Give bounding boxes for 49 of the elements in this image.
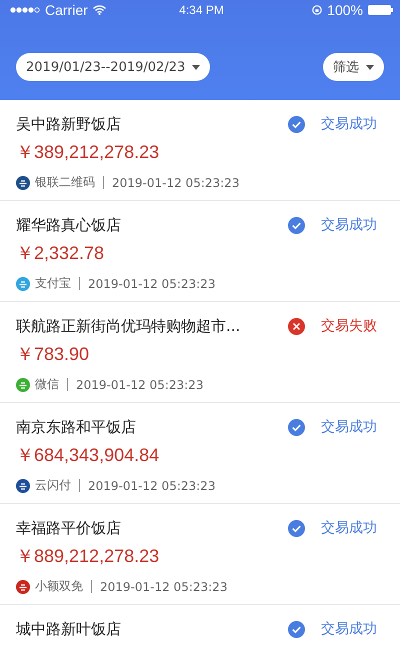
date-range-dropdown[interactable]: 2019/01/23--2019/02/23 bbox=[16, 53, 210, 81]
amount: ￥2,332.78 bbox=[16, 242, 106, 265]
check-circle-icon bbox=[288, 520, 305, 536]
transaction-time: 2019-01-12 05:23:23 bbox=[100, 580, 228, 594]
payment-icon bbox=[16, 176, 30, 190]
check-circle-icon bbox=[288, 418, 305, 436]
payment-method: 小额双免 bbox=[35, 578, 83, 595]
amount: ￥684,343,904.84 bbox=[16, 444, 160, 467]
battery-percent: 100% bbox=[327, 2, 363, 18]
transaction-status: 交易成功 bbox=[320, 417, 378, 436]
check-circle-icon bbox=[288, 216, 305, 234]
transaction-status: 交易成功 bbox=[320, 518, 378, 537]
transaction-time: 2019-01-12 05:23:23 bbox=[88, 276, 216, 290]
amount: ￥783.90 bbox=[16, 343, 90, 366]
wifi-icon bbox=[92, 5, 106, 15]
check-circle-icon bbox=[288, 620, 305, 638]
caret-icon bbox=[192, 64, 200, 70]
clock-time: 4:34 PM bbox=[179, 3, 224, 17]
amount: ￥389,212,278.23 bbox=[16, 141, 160, 164]
transaction-status: 交易成功 bbox=[320, 114, 378, 133]
payment-method: 云闪付 bbox=[35, 477, 71, 494]
merchant-name: 幸福路平价饭店 bbox=[16, 518, 121, 538]
cross-circle-icon bbox=[288, 318, 305, 334]
transaction-status: 交易成功 bbox=[320, 619, 378, 638]
payment-method: 支付宝 bbox=[35, 275, 71, 292]
merchant-name: 南京东路和平饭店 bbox=[16, 418, 136, 436]
transaction-status: 交易成功 bbox=[320, 215, 378, 234]
merchant-name: 联航路正新街尚优玛特购物超市... bbox=[16, 316, 240, 336]
payment-icon bbox=[16, 378, 30, 392]
transaction-time: 2019-01-12 05:23:23 bbox=[76, 378, 204, 392]
payment-icon bbox=[16, 478, 30, 492]
transaction-status: 交易失败 bbox=[320, 316, 378, 335]
payment-method: 微信 bbox=[35, 376, 59, 393]
amount: ￥889,212,278.23 bbox=[16, 545, 160, 568]
payment-method: 银联二维码 bbox=[35, 174, 95, 191]
check-circle-icon bbox=[288, 116, 305, 132]
transaction-time: 2019-01-12 05:23:23 bbox=[112, 176, 240, 190]
merchant-name: 城中路新叶饭店 bbox=[16, 620, 121, 638]
filter-dropdown[interactable]: 筛选 bbox=[323, 53, 384, 81]
payment-icon bbox=[16, 276, 30, 290]
payment-icon bbox=[16, 580, 30, 594]
merchant-name: 耀华路真心饭店 bbox=[16, 216, 121, 234]
rotation-lock-icon bbox=[312, 5, 322, 15]
carrier-name: Carrier bbox=[45, 2, 88, 18]
signal-icon bbox=[10, 7, 40, 13]
battery-icon bbox=[368, 5, 393, 15]
merchant-name: 吴中路新野饭店 bbox=[16, 114, 121, 134]
caret-icon bbox=[366, 64, 374, 70]
transaction-time: 2019-01-12 05:23:23 bbox=[88, 478, 216, 492]
